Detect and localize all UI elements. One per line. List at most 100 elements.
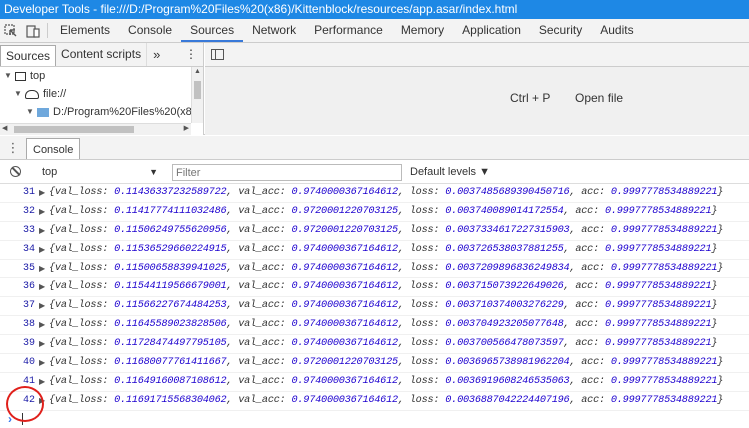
- context-selector[interactable]: top ▼: [38, 164, 160, 180]
- log-object-preview[interactable]: {val_loss: 0.11417774111032486, val_acc:…: [49, 203, 718, 221]
- navigator-tab-sources[interactable]: Sources: [0, 45, 57, 66]
- log-row-number: 42: [22, 394, 35, 406]
- expand-object-arrow-icon[interactable]: ▶: [39, 354, 45, 372]
- expand-object-arrow-icon[interactable]: ▶: [39, 241, 45, 259]
- clear-console-icon[interactable]: [10, 166, 21, 177]
- log-object-preview[interactable]: {val_loss: 0.11728474497795105, val_acc:…: [49, 335, 718, 353]
- log-value-val-acc: 0.9740000367164612: [291, 262, 398, 274]
- log-value-loss: 0.0036887042224407196: [445, 394, 570, 406]
- text-caret: [22, 412, 23, 425]
- file-tree: ▼ top ▼ file:// ▼ D:/Program%20Files%20(…: [0, 67, 203, 123]
- navigator-menu-icon[interactable]: ⋮: [179, 43, 203, 66]
- expand-object-arrow-icon[interactable]: ▶: [39, 184, 45, 202]
- cloud-icon: [25, 89, 39, 99]
- log-object-preview[interactable]: {val_loss: 0.11566227674484253, val_acc:…: [49, 297, 718, 315]
- tab-application[interactable]: Application: [453, 19, 530, 42]
- drawer-menu-icon[interactable]: ⋮: [0, 136, 26, 159]
- log-object-preview[interactable]: {val_loss: 0.11500658839941025, val_acc:…: [49, 260, 723, 278]
- tab-sources[interactable]: Sources: [181, 19, 244, 42]
- expand-arrow-icon[interactable]: ▼: [26, 103, 36, 121]
- scroll-left-arrow-icon[interactable]: ◀: [2, 124, 7, 132]
- context-selector-value: top: [42, 166, 58, 178]
- toggle-navigator-icon[interactable]: [211, 49, 224, 60]
- expand-object-arrow-icon[interactable]: ▶: [39, 278, 45, 296]
- log-row[interactable]: 42 ▶ {val_loss: 0.11691715568304062, val_a…: [0, 392, 749, 411]
- log-row[interactable]: 41 ▶ {val_loss: 0.11649160087108612, val_a…: [0, 373, 749, 392]
- drawer-tab-console[interactable]: Console: [26, 138, 81, 159]
- log-object-preview[interactable]: {val_loss: 0.11436337232589722, val_acc:…: [49, 184, 723, 202]
- tab-audits[interactable]: Audits: [591, 19, 642, 42]
- log-row[interactable]: 31 ▶ {val_loss: 0.11436337232589722, val_a…: [0, 184, 749, 203]
- log-row[interactable]: 36 ▶ {val_loss: 0.11544119566679001, val_a…: [0, 278, 749, 298]
- tab-network[interactable]: Network: [243, 19, 305, 42]
- expand-arrow-icon[interactable]: ▼: [4, 67, 14, 85]
- log-object-preview[interactable]: {val_loss: 0.11645589023828506, val_acc:…: [49, 316, 718, 334]
- expand-object-arrow-icon[interactable]: ▶: [39, 260, 45, 278]
- more-tabs-icon[interactable]: »: [147, 43, 166, 66]
- tab-memory[interactable]: Memory: [392, 19, 453, 42]
- scroll-right-arrow-icon[interactable]: ▶: [184, 124, 189, 132]
- log-object-preview[interactable]: {val_loss: 0.11506249755620956, val_acc:…: [49, 222, 723, 240]
- tab-console[interactable]: Console: [119, 19, 181, 42]
- log-value-acc: 0.9997778534889221: [610, 394, 718, 406]
- expand-object-arrow-icon[interactable]: ▶: [39, 335, 45, 353]
- scroll-up-arrow-icon[interactable]: ▲: [194, 68, 201, 75]
- log-row[interactable]: 39 ▶ {val_loss: 0.11728474497795105, val_a…: [0, 335, 749, 355]
- navigator-vertical-scrollbar[interactable]: ▲: [191, 67, 203, 123]
- log-value-val-loss: 0.11728474497795105: [114, 338, 227, 350]
- toolbar-divider: [47, 23, 48, 38]
- log-value-loss: 0.0036919608246535063: [445, 375, 570, 387]
- tab-performance[interactable]: Performance: [305, 19, 392, 42]
- log-object-preview[interactable]: {val_loss: 0.11649160087108612, val_acc:…: [49, 373, 723, 391]
- log-object-preview[interactable]: {val_loss: 0.11536529660224915, val_acc:…: [49, 241, 718, 259]
- tab-security[interactable]: Security: [530, 19, 591, 42]
- expand-object-arrow-icon[interactable]: ▶: [39, 373, 45, 391]
- tree-item-label: D:/Program%20Files%20(x86: [53, 106, 198, 118]
- navigator-tab-content-scripts[interactable]: Content scripts: [56, 43, 148, 66]
- expand-arrow-icon[interactable]: ▼: [14, 85, 24, 103]
- log-value-val-acc: 0.9740000367164612: [291, 375, 398, 387]
- log-object-preview[interactable]: {val_loss: 0.11691715568304062, val_acc:…: [49, 392, 723, 410]
- log-row[interactable]: 37 ▶ {val_loss: 0.11566227674484253, val_a…: [0, 297, 749, 317]
- console-prompt[interactable]: ›: [0, 411, 749, 427]
- log-row[interactable]: 32 ▶ {val_loss: 0.11417774111032486, val_a…: [0, 203, 749, 222]
- log-row[interactable]: 40 ▶ {val_loss: 0.11680077761411667, val_a…: [0, 354, 749, 373]
- log-object-preview[interactable]: {val_loss: 0.11680077761411667, val_acc:…: [49, 354, 723, 372]
- tree-item-folder[interactable]: ▼ D:/Program%20Files%20(x86: [0, 103, 203, 121]
- navigator-horizontal-scrollbar[interactable]: ◀ ▶: [0, 123, 191, 135]
- log-value-val-loss: 0.11645589023828506: [114, 319, 227, 331]
- scrollbar-thumb[interactable]: [14, 126, 134, 133]
- log-levels-dropdown[interactable]: Default levels ▼: [410, 164, 490, 180]
- log-row-number: 37: [22, 300, 35, 312]
- log-row[interactable]: 35 ▶ {val_loss: 0.11500658839941025, val_a…: [0, 260, 749, 279]
- tree-item-file[interactable]: ▼ file://: [0, 85, 203, 103]
- log-row[interactable]: 33 ▶ {val_loss: 0.11506249755620956, val_a…: [0, 222, 749, 241]
- scrollbar-thumb[interactable]: [194, 81, 201, 99]
- inspect-element-icon[interactable]: [0, 19, 22, 42]
- log-value-loss: 0.003715073922649026: [445, 281, 564, 293]
- log-value-acc: 0.9997778534889221: [604, 205, 712, 217]
- log-row[interactable]: 34 ▶ {val_loss: 0.11536529660224915, val_a…: [0, 241, 749, 260]
- expand-object-arrow-icon[interactable]: ▶: [39, 392, 45, 410]
- expand-object-arrow-icon[interactable]: ▶: [39, 203, 45, 221]
- tree-item-top[interactable]: ▼ top: [0, 67, 203, 85]
- log-row-number: 36: [22, 281, 35, 293]
- prompt-chevron-icon: ›: [8, 411, 12, 426]
- log-value-val-loss: 0.11506249755620956: [114, 224, 227, 236]
- log-value-loss: 0.003726538037881255: [445, 243, 564, 255]
- expand-object-arrow-icon[interactable]: ▶: [39, 222, 45, 240]
- expand-object-arrow-icon[interactable]: ▶: [39, 297, 45, 315]
- log-value-val-loss: 0.11566227674484253: [114, 300, 227, 312]
- window-title: Developer Tools - file:///D:/Program%20F…: [0, 0, 749, 19]
- log-row-number: 31: [22, 187, 35, 198]
- log-object-preview[interactable]: {val_loss: 0.11544119566679001, val_acc:…: [49, 278, 718, 296]
- log-value-acc: 0.9997778534889221: [604, 300, 712, 312]
- log-value-val-acc: 0.9740000367164612: [291, 300, 398, 312]
- tab-elements[interactable]: Elements: [51, 19, 119, 42]
- expand-object-arrow-icon[interactable]: ▶: [39, 316, 45, 334]
- device-toolbar-icon[interactable]: [22, 19, 44, 42]
- log-value-acc: 0.9997778534889221: [604, 281, 712, 293]
- log-value-loss: 0.0037209896836249834: [445, 262, 570, 274]
- log-row[interactable]: 38 ▶ {val_loss: 0.11645589023828506, val_a…: [0, 316, 749, 336]
- filter-input[interactable]: [172, 164, 402, 181]
